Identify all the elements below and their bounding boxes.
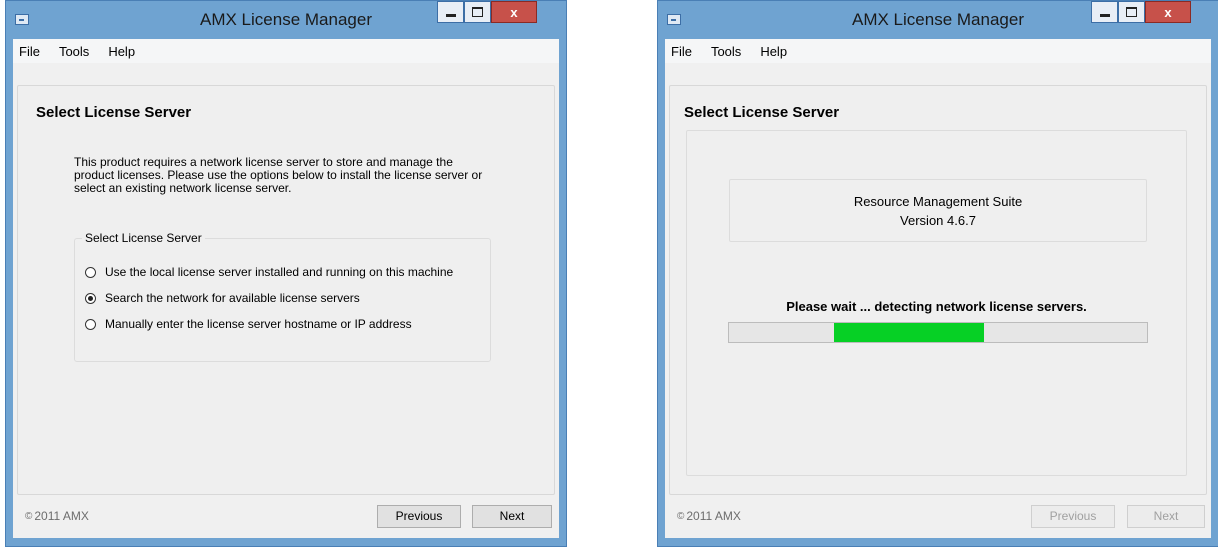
menu-bar: File Tools Help — [665, 39, 1211, 63]
menu-help[interactable]: Help — [750, 44, 796, 59]
next-button[interactable]: Next — [1127, 505, 1205, 528]
page-heading: Select License Server — [36, 104, 192, 121]
copyright-icon: © — [25, 510, 33, 522]
copyright: © 2011 AMX — [25, 509, 89, 523]
content-panel: Select License Server This product requi… — [17, 85, 555, 495]
minimize-icon — [445, 13, 456, 17]
detect-panel: Resource Management Suite Version 4.6.7 … — [686, 130, 1187, 476]
minimize-button[interactable] — [437, 1, 464, 23]
title-bar[interactable]: AMX License Manager x — [658, 1, 1218, 39]
maximize-icon — [1126, 7, 1137, 17]
copyright-icon: © — [677, 510, 685, 522]
close-button[interactable]: x — [491, 1, 537, 23]
copyright-text: 2011 AMX — [686, 509, 741, 523]
menu-file[interactable]: File — [665, 44, 701, 59]
minimize-button[interactable] — [1091, 1, 1118, 23]
copyright: © 2011 AMX — [677, 509, 741, 523]
license-manager-window-right: AMX License Manager x File Tools Help Se… — [657, 0, 1218, 547]
product-name: Resource Management Suite — [853, 194, 1023, 209]
progress-bar-fill — [833, 323, 984, 342]
radio-button[interactable] — [85, 318, 96, 330]
radio-option-manual[interactable]: Manually enter the license server hostna… — [85, 317, 412, 331]
menu-help[interactable]: Help — [98, 44, 144, 59]
groupbox-title: Select License Server — [82, 231, 205, 245]
maximize-button[interactable] — [1118, 1, 1145, 23]
menu-file[interactable]: File — [13, 44, 49, 59]
menu-tools[interactable]: Tools — [49, 44, 98, 59]
radio-label: Manually enter the license server hostna… — [105, 317, 412, 331]
window-client: File Tools Help Select License Server Re… — [665, 39, 1211, 538]
close-button[interactable]: x — [1145, 1, 1191, 23]
progress-bar — [728, 322, 1148, 343]
license-server-groupbox: Select License Server Use the local lice… — [74, 231, 491, 362]
menu-tools[interactable]: Tools — [701, 44, 750, 59]
license-manager-window-left: AMX License Manager x File Tools Help Se… — [5, 0, 567, 547]
product-version: Version 4.6.7 — [900, 213, 976, 228]
wait-message: Please wait ... detecting network licens… — [786, 299, 1087, 314]
title-bar[interactable]: AMX License Manager x — [6, 1, 566, 39]
product-info-box: Resource Management Suite Version 4.6.7 — [729, 179, 1147, 242]
close-icon: x — [1164, 4, 1172, 20]
radio-label: Search the network for available license… — [105, 291, 360, 305]
menu-bar: File Tools Help — [13, 39, 559, 63]
minimize-icon — [1099, 13, 1110, 17]
page-heading: Select License Server — [684, 104, 840, 121]
radio-option-search[interactable]: Search the network for available license… — [85, 291, 360, 305]
close-icon: x — [510, 4, 518, 20]
copyright-text: 2011 AMX — [34, 509, 89, 523]
window-client: File Tools Help Select License Server Th… — [13, 39, 559, 538]
next-button[interactable]: Next — [472, 505, 552, 528]
radio-label: Use the local license server installed a… — [105, 265, 454, 279]
previous-button[interactable]: Previous — [377, 505, 461, 528]
description-text: This product requires a network license … — [74, 155, 483, 195]
radio-option-local[interactable]: Use the local license server installed a… — [85, 265, 453, 279]
radio-button-selected[interactable] — [85, 292, 96, 304]
content-panel: Select License Server Resource Managemen… — [669, 85, 1207, 495]
maximize-icon — [472, 7, 483, 17]
maximize-button[interactable] — [464, 1, 491, 23]
radio-button[interactable] — [85, 266, 96, 278]
previous-button[interactable]: Previous — [1031, 505, 1115, 528]
